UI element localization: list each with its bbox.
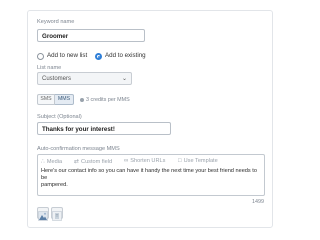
toolbar-custom-field[interactable]: ⇄ Custom field [74,158,112,165]
sms-toggle[interactable]: SMS [37,94,55,105]
keyword-form-card: Keyword name Groomer Add to new list Add… [27,10,273,228]
mms-toggle[interactable]: MMS [55,94,74,105]
bookmark-icon: □ [178,158,182,164]
radio-new-list-control[interactable] [37,53,44,60]
radio-new-list-label[interactable]: Add to new list [47,52,87,59]
toolbar-use-template-label: Use Template [183,158,218,164]
list-name-value: Customers [42,76,72,82]
keyword-name-label: Keyword name [37,19,75,25]
image-icon [38,211,48,221]
auto-message-line-1: Here's our contact info so you can have … [41,168,257,181]
auto-message-line-2: pampered. [41,182,68,188]
keyword-name-input[interactable]: Groomer [37,29,145,42]
toolbar-shorten-urls-label: Shorten URLs [130,158,166,164]
radio-existing-label[interactable]: Add to existing [105,52,146,59]
link-icon: ∞ [124,158,129,164]
toolbar-media[interactable]: ∴ Media [41,158,62,165]
paperclip-icon: ∴ [41,159,45,165]
toolbar-shorten-urls[interactable]: ∞ Shorten URLs [124,158,165,164]
media-file-icon [52,211,62,221]
auto-message-editor[interactable]: ∴ Media ⇄ Custom field ∞ Shorten URLs □ Use … [37,154,265,196]
custom-field-icon: ⇄ [74,159,80,165]
info-dot-icon [80,97,84,102]
auto-message-label: Auto-confirmation message MMS [37,146,120,152]
list-name-select[interactable]: Customers ⌄ [37,72,132,85]
credits-info: 3 credits per MMS [80,97,130,103]
character-count: 1499 [252,199,264,205]
add-media-thumbnail[interactable] [51,207,63,221]
radio-existing-control[interactable] [95,53,102,60]
auto-message-text[interactable]: Here's our contact info so you can have … [41,168,263,189]
credits-text: 3 credits per MMS [86,97,130,103]
subject-input[interactable]: Thanks for your interest! [37,122,171,135]
list-name-label: List name [37,65,62,71]
chevron-down-icon: ⌄ [121,76,127,82]
subject-label: Subject (Optional) [37,114,82,120]
toolbar-media-label: Media [46,159,63,165]
toolbar-use-template[interactable]: □ Use Template [178,158,218,164]
toolbar-custom-field-label: Custom field [81,159,113,165]
image-attachment-thumbnail[interactable] [37,207,49,221]
